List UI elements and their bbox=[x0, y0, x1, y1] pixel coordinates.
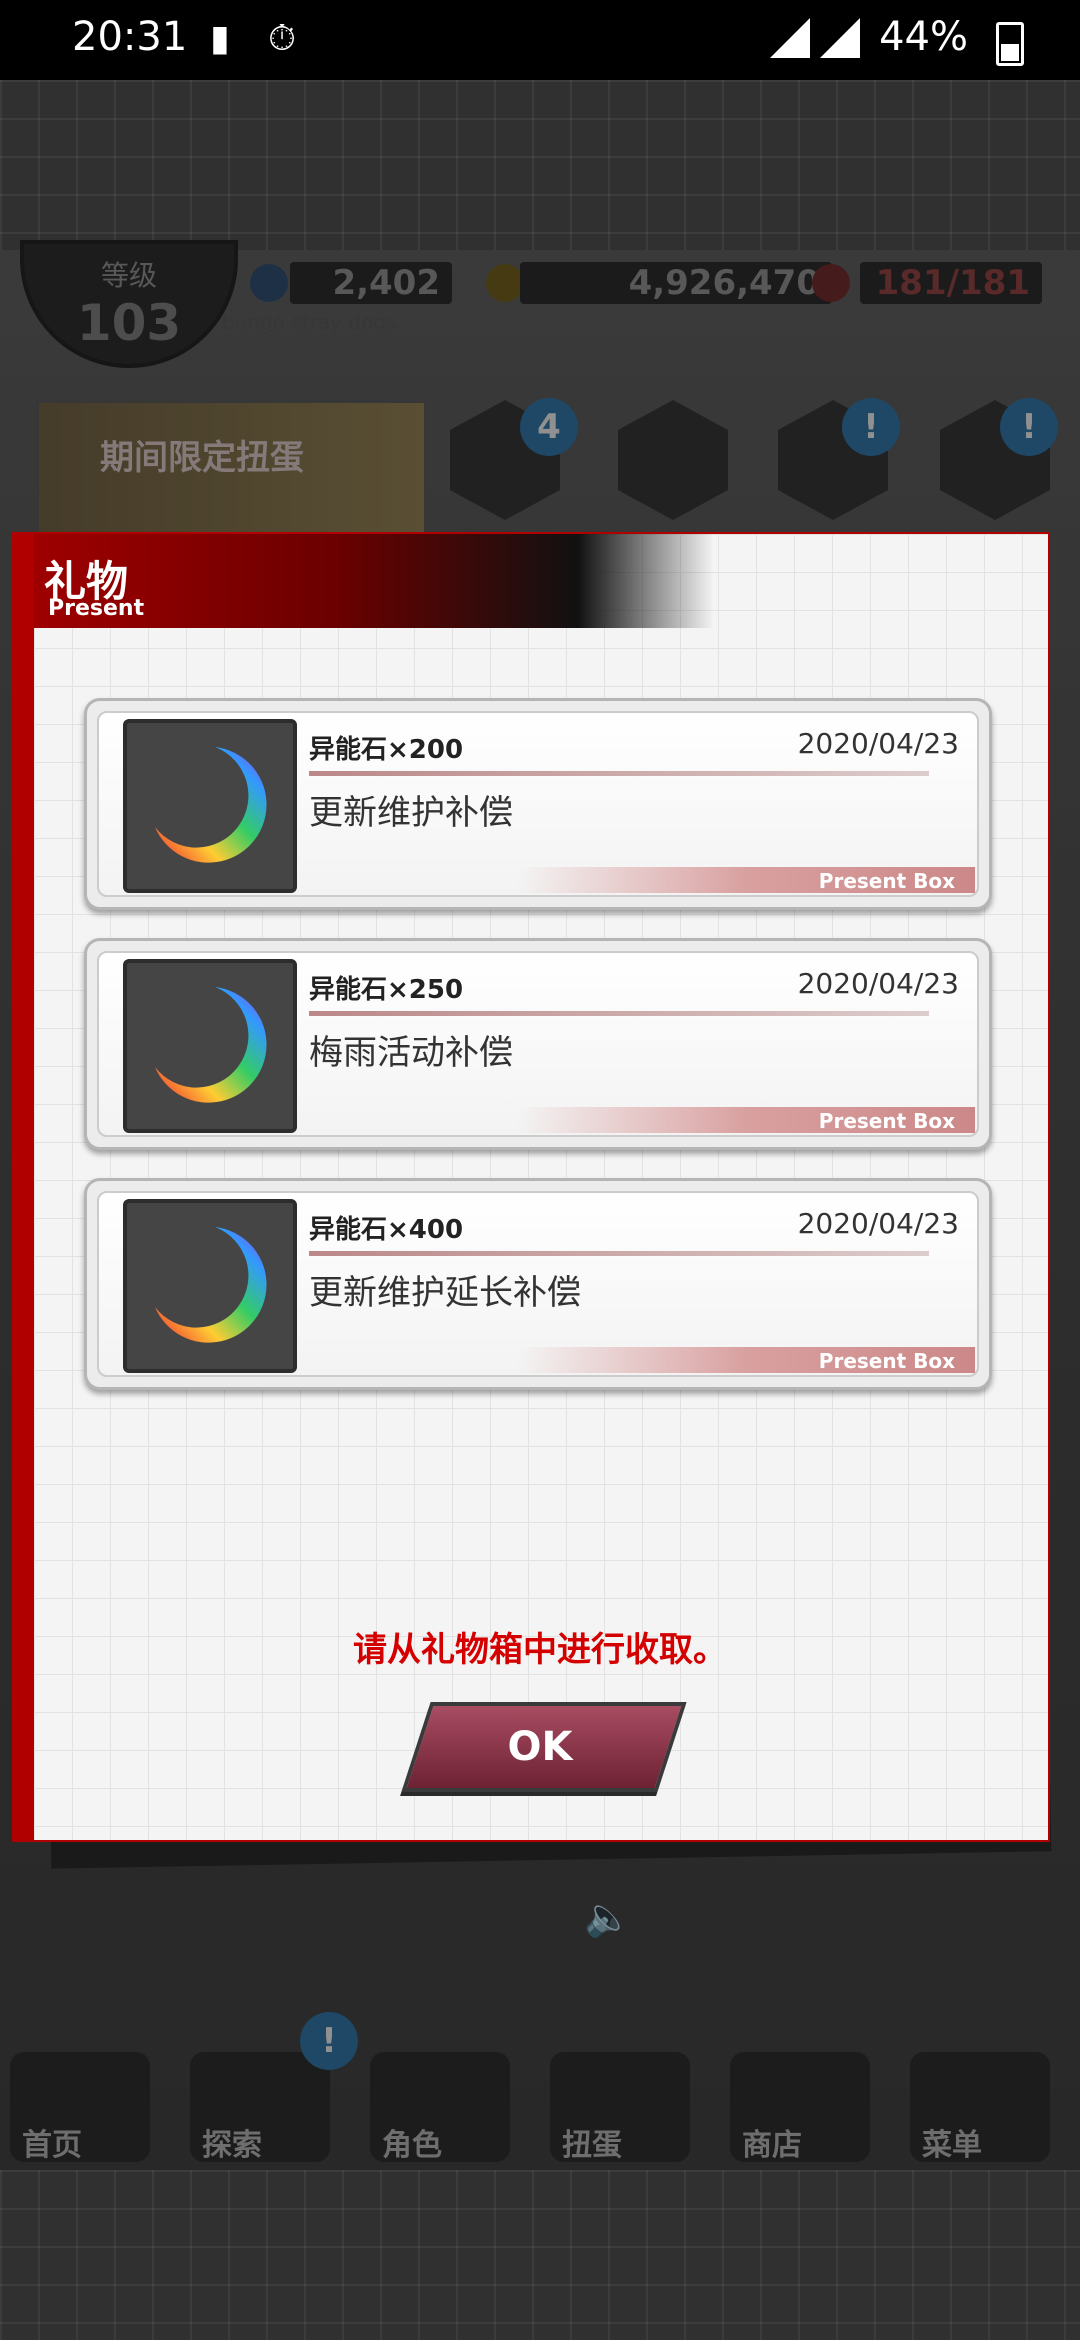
notice-text: 请从礼物箱中进行收取。 bbox=[353, 1630, 727, 1670]
present-item-3[interactable]: 异能石×400 2020/04/23 更新维护延长补偿 Present Box bbox=[84, 1178, 992, 1390]
signal-icon bbox=[770, 18, 810, 58]
divider bbox=[309, 1251, 929, 1256]
signal-x-icon bbox=[820, 18, 860, 58]
item-description: 更新维护补偿 bbox=[309, 793, 513, 833]
item-source: Present Box bbox=[818, 869, 955, 893]
battery-charging-icon: ▮ bbox=[210, 18, 230, 59]
ability-stone-icon bbox=[123, 1199, 297, 1373]
stopwatch-icon: ⏱ bbox=[268, 18, 297, 59]
ok-button-label: OK bbox=[507, 1724, 573, 1770]
divider bbox=[309, 771, 929, 776]
battery-icon bbox=[996, 22, 1024, 66]
battery-percent: 44% bbox=[879, 14, 968, 60]
present-item-2[interactable]: 异能石×250 2020/04/23 梅雨活动补偿 Present Box bbox=[84, 938, 992, 1150]
ability-stone-icon bbox=[123, 959, 297, 1133]
status-bar: 20:31 ▮ ⏱ 44% bbox=[0, 0, 1080, 80]
clock: 20:31 bbox=[72, 14, 188, 60]
item-date: 2020/04/23 bbox=[797, 1207, 959, 1240]
item-name: 异能石×200 bbox=[309, 735, 464, 765]
item-name: 异能石×250 bbox=[309, 975, 464, 1005]
item-description: 更新维护延长补偿 bbox=[309, 1273, 581, 1313]
dialog-subtitle: Present bbox=[48, 596, 145, 621]
present-item-1[interactable]: 异能石×200 2020/04/23 更新维护补偿 Present Box bbox=[84, 698, 992, 910]
ability-stone-icon bbox=[123, 719, 297, 893]
divider bbox=[309, 1011, 929, 1016]
item-source: Present Box bbox=[818, 1349, 955, 1373]
item-date: 2020/04/23 bbox=[797, 727, 959, 760]
item-source: Present Box bbox=[818, 1109, 955, 1133]
item-date: 2020/04/23 bbox=[797, 967, 959, 1000]
item-description: 梅雨活动补偿 bbox=[309, 1033, 513, 1073]
item-name: 异能石×400 bbox=[309, 1215, 464, 1245]
